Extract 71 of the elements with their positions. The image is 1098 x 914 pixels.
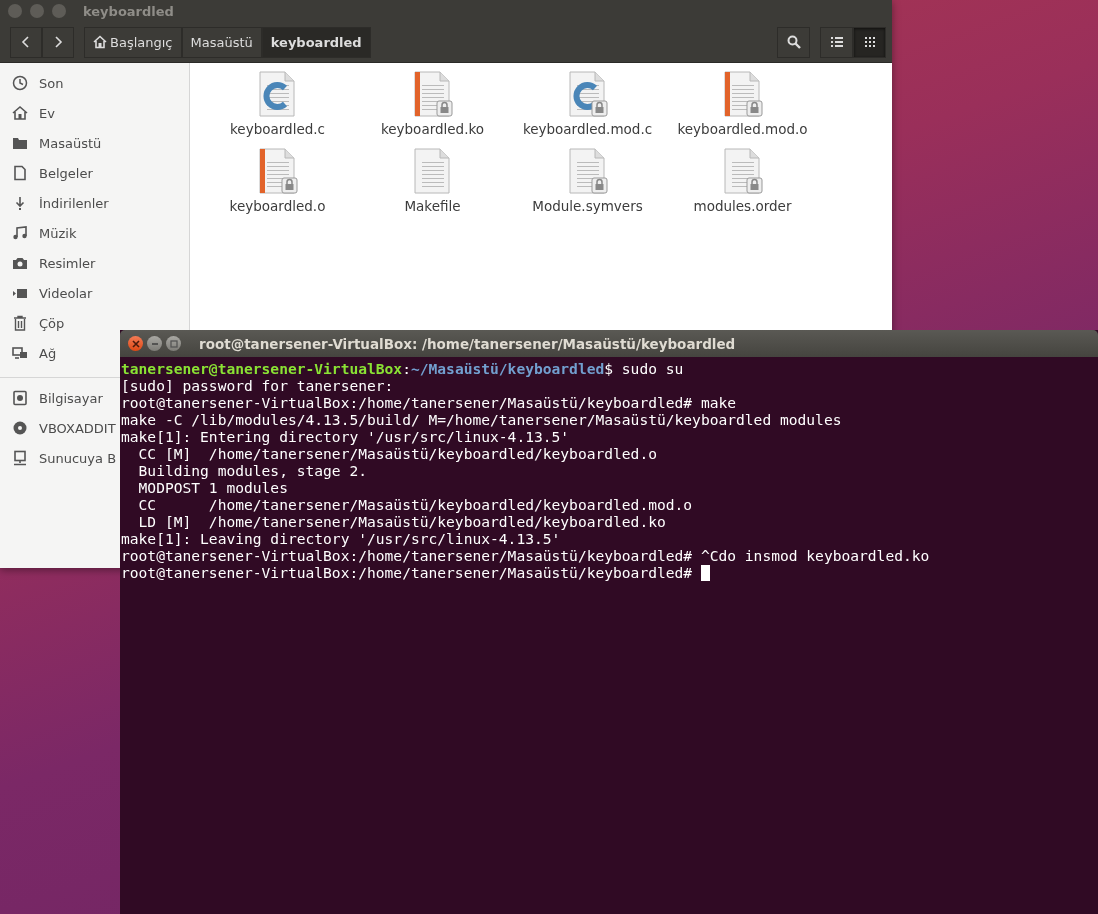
terminal-line: CC /home/tanersener/Masaüstü/keyboardled/keyboardled.mod.o (137, 496, 694, 513)
terminal-line: Building modules, stage 2. (137, 462, 368, 479)
terminal-line: make -C /lib/modules/4.13.5/build/ M=/home/tanersener/Masaüstü/keyboardled modules (121, 411, 843, 428)
sidebar-item[interactable]: Masaüstü (39, 135, 102, 151)
sidebar-item[interactable]: Ağ (39, 345, 57, 361)
camera-icon (12, 255, 28, 271)
breadcrumb[interactable]: Masaüstü (181, 26, 262, 58)
sidebar-item[interactable]: Müzik (39, 225, 77, 241)
sidebar-item[interactable]: Çöp (39, 315, 65, 331)
sidebar-item[interactable]: VBOXADDIT (39, 420, 116, 436)
chevron-left-icon (21, 35, 31, 49)
search-button[interactable] (777, 26, 810, 58)
window-title: root@tanersener-VirtualBox: /home/tanersener/Masaüstü/keyboardled (199, 335, 736, 352)
recent-icon (12, 75, 28, 91)
file-item[interactable]: keyboardled.mod.c (510, 71, 665, 148)
terminal-line: root@tanersener-VirtualBox:/home/tanersener/Masaüstü/keyboardled# ^Cdo insmod keyboardled.ko (121, 547, 931, 564)
file-name: keyboardled.ko (380, 121, 485, 137)
file-name: keyboardled.mod.c (522, 121, 653, 137)
terminal-line: tanersener@tanersener-VirtualBox:~/Masaüstü/keyboardled$ sudo su (121, 360, 685, 377)
close-icon[interactable] (128, 336, 143, 351)
chevron-right-icon (53, 35, 63, 49)
file-name: keyboardled.o (229, 198, 326, 214)
sidebar-item[interactable]: Videolar (39, 285, 93, 301)
terminal-line: root@tanersener-VirtualBox:/home/tanersener/Masaüstü/keyboardled# (121, 564, 1098, 581)
terminal-line: MODPOST 1 modules (137, 479, 289, 496)
sidebar-item[interactable]: Ev (39, 105, 55, 121)
terminal-line: [sudo] password for tanersener: (121, 377, 395, 394)
terminal-line: CC [M] /home/tanersener/Masaüstü/keyboardled/keyboardled.o (137, 445, 658, 462)
terminal-line: make[1]: Entering directory '/usr/src/linux-4.13.5' (121, 428, 571, 445)
server-icon (12, 450, 28, 466)
file-item[interactable]: keyboardled.mod.o (665, 71, 820, 148)
file-item[interactable]: modules.order (665, 148, 820, 225)
breadcrumb[interactable]: Başlangıç (84, 26, 182, 58)
sidebar-item[interactable]: Belgeler (39, 165, 93, 181)
minimize-icon[interactable] (147, 336, 162, 351)
home-icon (12, 105, 28, 121)
computer-icon (12, 390, 28, 406)
file-name: Makefile (404, 198, 461, 214)
terminal-line: root@tanersener-VirtualBox:/home/tanersener/Masaüstü/keyboardled# make (121, 394, 738, 411)
disc-icon (12, 420, 28, 436)
file-name: Module.symvers (532, 198, 643, 214)
trash-icon (12, 315, 28, 331)
file-item[interactable]: keyboardled.c (200, 71, 355, 148)
forward-button[interactable] (42, 26, 74, 58)
breadcrumb[interactable]: keyboardled (261, 26, 371, 58)
music-icon (12, 225, 28, 241)
sidebar-item[interactable]: Sunucuya B (39, 450, 117, 466)
file-item[interactable]: keyboardled.ko (355, 71, 510, 148)
grid-icon (864, 37, 875, 47)
file-name: modules.order (693, 198, 792, 214)
list-view-button[interactable] (820, 26, 853, 58)
document-icon (12, 165, 28, 181)
sidebar-item[interactable]: Resimler (39, 255, 96, 271)
search-icon (786, 35, 801, 49)
sidebar-item[interactable]: Son (39, 75, 64, 91)
sidebar-item[interactable]: İndirilenler (39, 195, 109, 211)
file-item[interactable]: keyboardled.o (200, 148, 355, 225)
grid-view-button[interactable] (853, 26, 886, 58)
file-name: keyboardled.c (230, 121, 325, 137)
file-item[interactable]: Module.symvers (510, 148, 665, 225)
network-icon (12, 345, 28, 361)
sidebar-item[interactable]: Bilgisayar (39, 390, 103, 406)
terminal-line: make[1]: Leaving directory '/usr/src/linux-4.13.5' (121, 530, 562, 547)
back-button[interactable] (10, 26, 42, 58)
window-title: keyboardled (83, 3, 174, 19)
file-item[interactable]: Makefile (355, 148, 510, 225)
folder-icon (12, 135, 28, 151)
file-name: keyboardled.mod.o (677, 121, 808, 137)
list-icon (830, 37, 843, 47)
terminal-line: LD [M] /home/tanersener/Masaüstü/keyboardled/keyboardled.ko (137, 513, 667, 530)
maximize-icon[interactable] (166, 336, 181, 351)
